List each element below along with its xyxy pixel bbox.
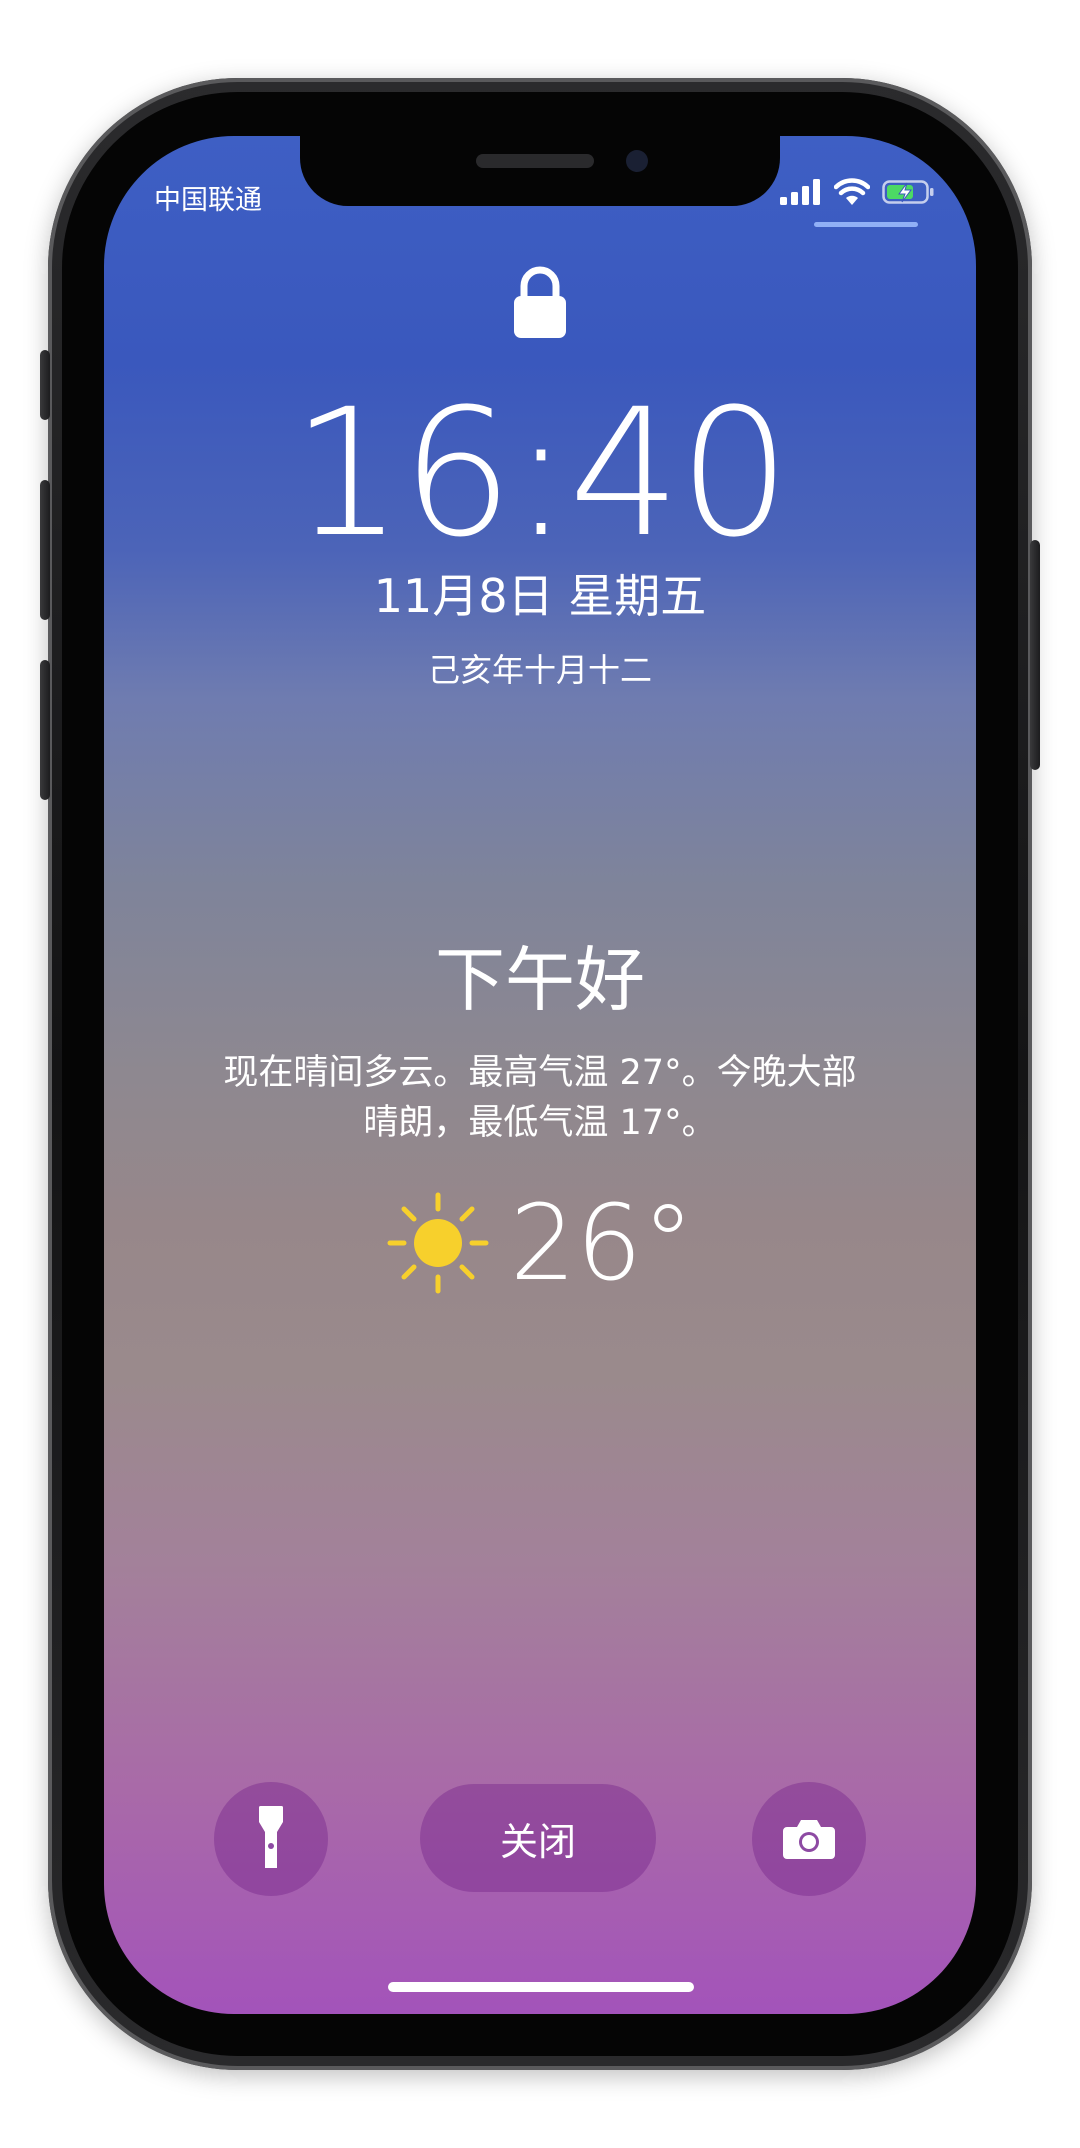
- lock-screen: 中国联通 16:40 11月8日 星期五 己亥年十月十二 下午好 现在晴间多云。…: [104, 136, 976, 2014]
- status-icons: [780, 172, 936, 212]
- volume-down-button: [40, 660, 50, 800]
- lock-icon: [514, 266, 566, 338]
- earpiece-speaker: [476, 154, 594, 168]
- camera-icon: [783, 1820, 835, 1859]
- flashlight-icon: [259, 1806, 283, 1868]
- clock-time: 16:40: [291, 371, 790, 576]
- forecast-line-2: 晴朗，最低气温 17°。: [363, 1103, 717, 1143]
- sun-icon: [387, 1192, 489, 1294]
- forecast-line-1: 现在晴间多云。最高气温 27°。今晚大部: [223, 1053, 857, 1093]
- mute-switch: [40, 350, 50, 420]
- notch: [300, 136, 780, 206]
- weather-forecast: 现在晴间多云。最高气温 27°。今晚大部 晴朗，最低气温 17°。: [154, 1048, 926, 1148]
- page: 中国联通 16:40 11月8日 星期五 己亥年十月十二 下午好 现在晴间多云。…: [0, 0, 1080, 2148]
- flashlight-button[interactable]: [214, 1782, 328, 1896]
- battery-charging-icon: [882, 180, 934, 204]
- dismiss-button[interactable]: 关闭: [420, 1784, 656, 1892]
- home-indicator[interactable]: [388, 1982, 694, 1992]
- lunar-date: 己亥年十月十二: [427, 651, 652, 689]
- clock-date: 11月8日 星期五: [373, 569, 707, 623]
- camera-button[interactable]: [752, 1782, 866, 1896]
- weather-greeting: 下午好: [435, 939, 645, 1021]
- front-camera: [626, 150, 648, 172]
- side-power-button: [1030, 540, 1040, 770]
- current-temperature: 26°: [509, 1182, 695, 1304]
- lock-icon-wrapper: [104, 266, 976, 340]
- current-weather: 26°: [104, 1188, 976, 1298]
- cellular-signal-icon: [780, 179, 820, 205]
- volume-up-button: [40, 480, 50, 620]
- control-center-grabber[interactable]: [814, 222, 918, 227]
- wifi-icon: [834, 178, 870, 205]
- carrier-name: 中国联通: [154, 185, 262, 216]
